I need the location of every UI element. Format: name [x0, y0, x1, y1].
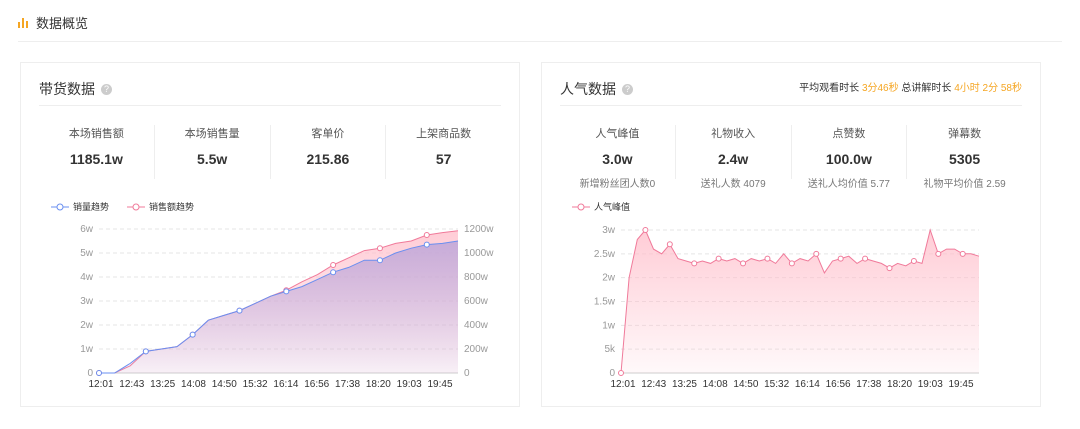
y-tick-label: 3w — [602, 225, 616, 236]
y-right-tick-label: 600w — [464, 296, 489, 307]
x-tick-label: 18:20 — [887, 379, 912, 390]
x-tick-label: 15:32 — [764, 379, 789, 390]
y-tick-label: 1.5w — [594, 297, 616, 308]
y-tick-label: 1w — [80, 344, 94, 355]
data-point[interactable] — [376, 245, 383, 252]
x-tick-label: 16:14 — [273, 379, 298, 390]
legend-label[interactable]: 销量趋势 — [73, 201, 109, 212]
y-tick-label: 1w — [602, 320, 616, 331]
data-point[interactable] — [330, 262, 337, 268]
x-tick-label: 14:50 — [212, 379, 237, 390]
y-tick-label: 5w — [80, 248, 94, 259]
data-point[interactable] — [666, 241, 673, 248]
x-tick-label: 13:25 — [150, 379, 175, 390]
x-tick-label: 14:50 — [733, 379, 758, 390]
y-tick-label: 2w — [80, 320, 94, 331]
y-right-tick-label: 1000w — [464, 248, 494, 259]
y-tick-label: 2w — [602, 273, 616, 284]
y-right-tick-label: 800w — [464, 272, 489, 283]
sales-chart: 0 0 1w 200w 2w 400w 3w 600w 4w 800w 5w 1000w 6w 1200w… — [51, 201, 494, 390]
x-tick-label: 16:14 — [795, 379, 820, 390]
y-tick-label: 5k — [604, 344, 616, 355]
data-point[interactable] — [423, 241, 430, 248]
x-tick-label: 19:45 — [427, 379, 452, 390]
data-point[interactable] — [886, 265, 893, 272]
legend-marker — [132, 203, 140, 211]
x-tick-label: 14:08 — [703, 379, 728, 390]
series-area — [99, 241, 458, 373]
data-point[interactable] — [618, 370, 624, 376]
x-tick-label: 17:38 — [856, 379, 881, 390]
data-point[interactable] — [423, 232, 430, 238]
y-tick-label: 6w — [80, 224, 94, 235]
y-right-tick-label: 1200w — [464, 224, 494, 235]
section-header: 数据概览 — [18, 13, 88, 32]
data-point[interactable] — [740, 260, 747, 267]
x-tick-label: 12:43 — [119, 379, 144, 390]
data-point[interactable] — [376, 257, 383, 264]
legend-label[interactable]: 销售额趋势 — [149, 201, 194, 212]
y-tick-label: 3w — [80, 296, 94, 307]
bar-chart-icon — [18, 18, 28, 28]
x-tick-label: 12:01 — [610, 379, 635, 390]
x-tick-label: 16:56 — [826, 379, 851, 390]
x-tick-label: 19:03 — [918, 379, 943, 390]
popularity-chart: 0 5k 1w 1.5w 2w 2.5w 3w 12:01 12:43 13:25 14:08 14:… — [572, 201, 980, 390]
x-tick-label: 13:25 — [672, 379, 697, 390]
data-point[interactable] — [935, 250, 942, 257]
x-tick-label: 19:45 — [948, 379, 973, 390]
data-point[interactable] — [959, 250, 966, 257]
data-point[interactable] — [330, 269, 337, 276]
section-title: 数据概览 — [36, 16, 89, 31]
data-point[interactable] — [691, 260, 698, 267]
legend-label[interactable]: 人气峰值 — [594, 201, 630, 212]
y-right-tick-label: 200w — [464, 344, 489, 355]
data-point[interactable] — [764, 255, 771, 262]
data-point[interactable] — [862, 255, 869, 262]
legend-marker — [56, 203, 64, 211]
popularity-card: 人气数据? 平均观看时长 3分46秒 总讲解时长 4小时 2分 58秒 人气峰值… — [541, 62, 1041, 407]
y-tick-label: 4w — [80, 272, 94, 283]
data-point[interactable] — [788, 260, 795, 267]
data-point[interactable] — [189, 331, 196, 338]
data-point[interactable] — [142, 348, 149, 355]
x-tick-label: 15:32 — [243, 379, 268, 390]
data-point[interactable] — [837, 255, 844, 262]
data-point[interactable] — [283, 288, 290, 295]
data-point[interactable] — [910, 257, 917, 264]
y-right-tick-label: 400w — [464, 320, 489, 331]
y-right-tick-label: 0 — [464, 368, 470, 379]
divider — [18, 41, 1062, 42]
x-tick-label: 19:03 — [397, 379, 422, 390]
data-point[interactable] — [96, 370, 102, 376]
x-tick-label: 16:56 — [304, 379, 329, 390]
data-point[interactable] — [642, 227, 649, 233]
legend-marker — [577, 203, 585, 211]
y-tick-label: 2.5w — [594, 249, 616, 260]
sales-card: 带货数据? 本场销售额 1185.1w 本场销售量 5.5w 客单价 215.86 上架商品… — [20, 62, 520, 407]
x-tick-label: 14:08 — [181, 379, 206, 390]
data-point[interactable] — [236, 307, 243, 314]
y-tick-label: 0 — [609, 368, 615, 379]
data-point[interactable] — [813, 250, 820, 257]
x-tick-label: 12:43 — [641, 379, 666, 390]
x-tick-label: 17:38 — [335, 379, 360, 390]
y-tick-label: 0 — [87, 368, 93, 379]
x-tick-label: 18:20 — [366, 379, 391, 390]
data-point[interactable] — [715, 255, 722, 262]
x-tick-label: 12:01 — [88, 379, 113, 390]
